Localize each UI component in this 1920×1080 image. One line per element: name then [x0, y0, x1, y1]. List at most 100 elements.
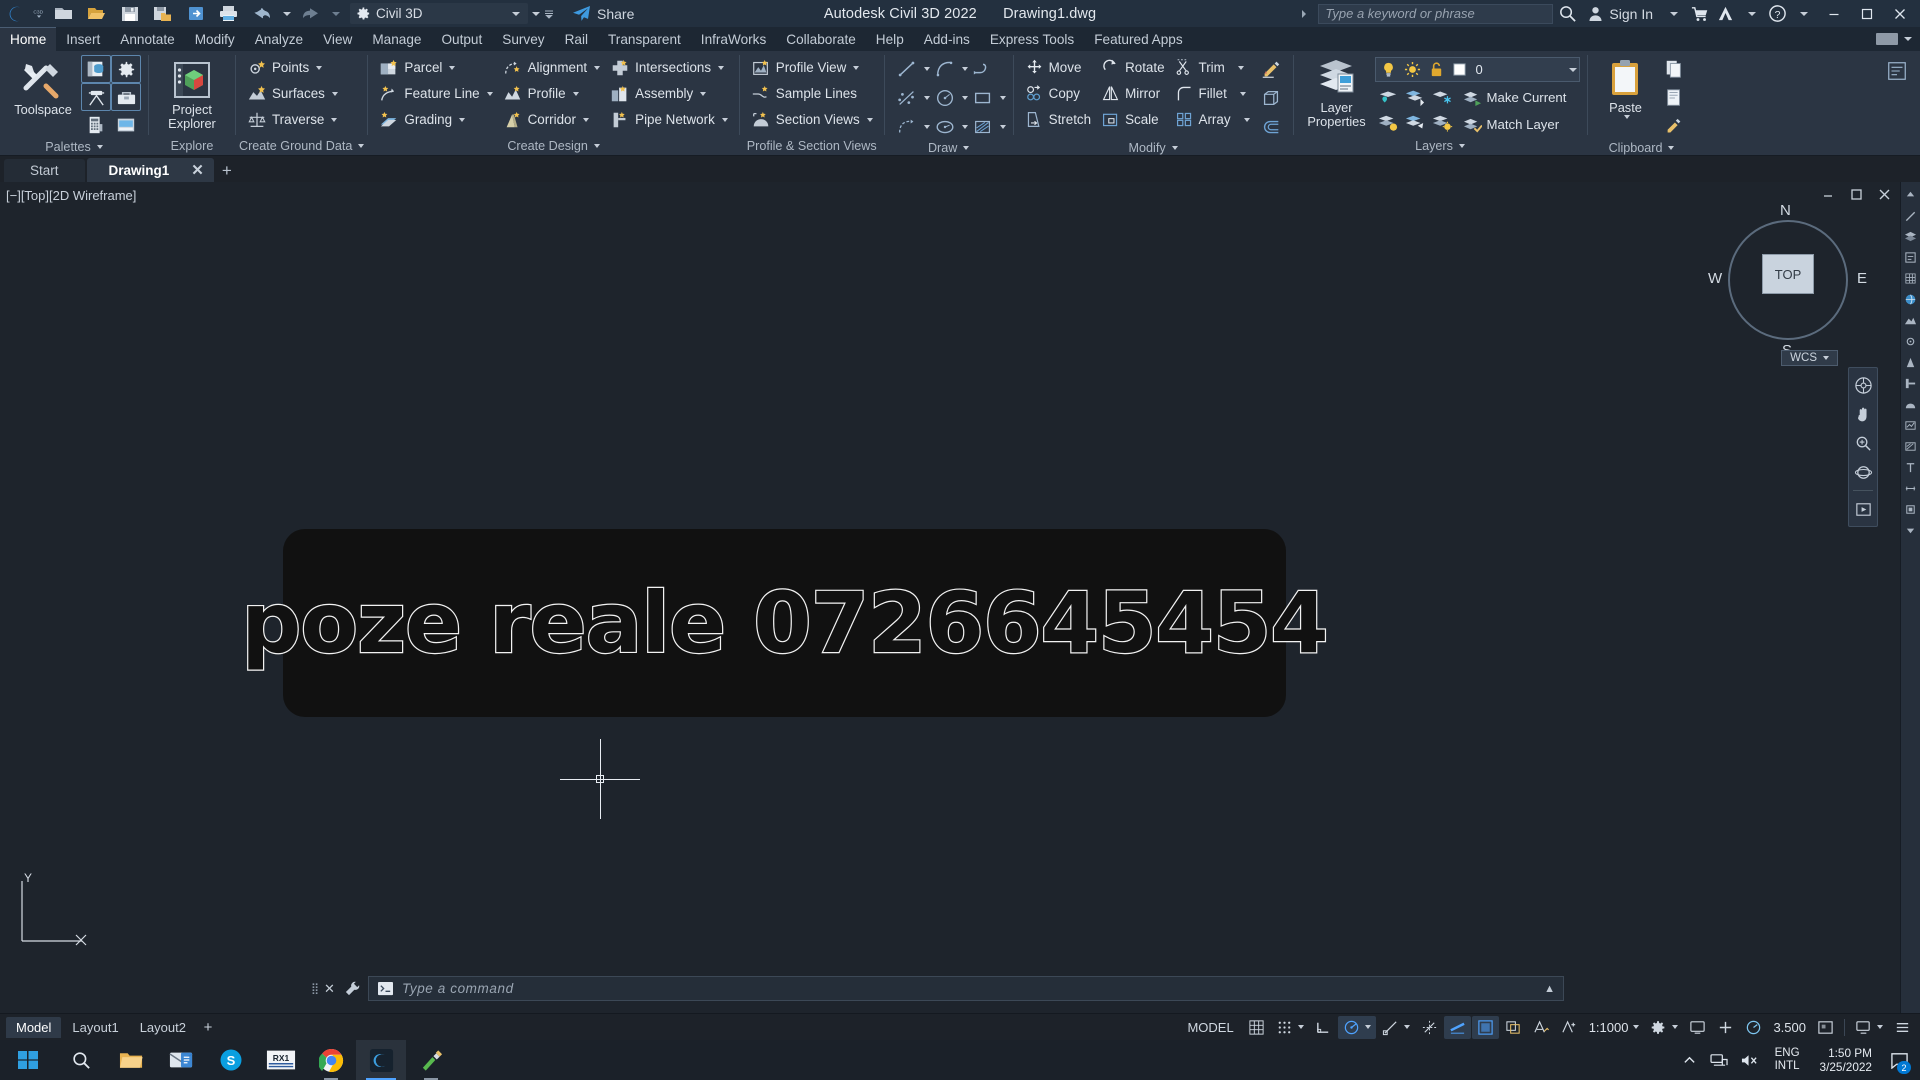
rail-block-icon[interactable]: [1902, 501, 1919, 518]
object-snap-tracking-toggle[interactable]: [1416, 1016, 1443, 1039]
ribbon-minimize-dropdown-icon[interactable]: [1904, 37, 1912, 41]
autodesk-account-icon[interactable]: [1713, 1, 1737, 26]
command-line-customize-icon[interactable]: [341, 979, 363, 999]
survey-icon[interactable]: [81, 83, 111, 111]
c3d-menu-dropdown[interactable]: C3D: [32, 1, 46, 26]
rail-pipe-icon[interactable]: [1902, 375, 1919, 392]
taskbar-skype-button[interactable]: S: [206, 1040, 256, 1080]
rail-dim-icon[interactable]: [1902, 480, 1919, 497]
scale-button[interactable]: Scale: [1097, 107, 1168, 132]
share-button[interactable]: Share: [572, 5, 634, 22]
customization-button[interactable]: [1889, 1016, 1916, 1039]
zoom-extents-icon[interactable]: [1850, 430, 1876, 456]
arc-icon[interactable]: [930, 55, 960, 83]
annotation-visibility-toggle[interactable]: [1528, 1016, 1555, 1039]
layer-list-dropdown-icon[interactable]: [1568, 67, 1577, 72]
volume-muted-icon[interactable]: [1737, 1040, 1763, 1080]
corridor-button[interactable]: Corridor: [499, 107, 605, 132]
language-indicator[interactable]: ENG INTL: [1767, 1047, 1808, 1073]
object-snap-dropdown-icon[interactable]: [1403, 1025, 1410, 1029]
rail-grid-icon[interactable]: [1902, 270, 1919, 287]
search-input[interactable]: Type a keyword or phrase: [1318, 3, 1554, 24]
new-layout-button[interactable]: +: [197, 1017, 219, 1038]
workspace-switcher[interactable]: Civil 3D: [350, 3, 528, 24]
tab-annotate[interactable]: Annotate: [110, 27, 184, 51]
transparency-toggle[interactable]: [1471, 1015, 1499, 1039]
taskbar-chrome-button[interactable]: [306, 1040, 356, 1080]
parcel-button[interactable]: Parcel: [375, 55, 496, 80]
project-explorer-button[interactable]: Project Explorer: [156, 55, 228, 130]
save-button[interactable]: [114, 1, 145, 26]
grid-display-toggle[interactable]: [1243, 1016, 1270, 1039]
help-icon[interactable]: ?: [1765, 1, 1789, 26]
ribbon-minimize-chip-icon[interactable]: [1876, 33, 1898, 45]
toolbox-icon[interactable]: [111, 83, 141, 111]
sample-lines-button[interactable]: Sample Lines: [747, 81, 877, 106]
clean-screen-button[interactable]: [1812, 1016, 1839, 1039]
document-tab-close-icon[interactable]: ✕: [191, 163, 204, 178]
line-dropdown-icon[interactable]: [923, 67, 930, 71]
tab-insert[interactable]: Insert: [56, 27, 110, 51]
ortho-mode-toggle[interactable]: [1310, 1016, 1337, 1039]
restore-window-button[interactable]: [1850, 0, 1883, 27]
section-views-button[interactable]: Section Views: [747, 107, 877, 132]
rail-scroll-up-icon[interactable]: [1902, 186, 1919, 203]
properties-icon[interactable]: [81, 55, 111, 83]
assembly-button[interactable]: Assembly: [606, 81, 732, 106]
panel-title-palettes[interactable]: Palettes: [3, 139, 145, 155]
settings-gear-icon[interactable]: [111, 55, 141, 83]
mirror-button[interactable]: Mirror: [1097, 81, 1168, 106]
graphics-performance-button[interactable]: [1740, 1016, 1767, 1039]
cut-clip-icon[interactable]: [1659, 84, 1689, 112]
paste-button[interactable]: Paste: [1595, 55, 1657, 119]
layer-on-icon[interactable]: [1375, 111, 1401, 135]
display-locking-dropdown-icon[interactable]: [1877, 1025, 1883, 1029]
layer-freeze-icon[interactable]: [1429, 85, 1455, 109]
taskbar-paint-button[interactable]: [406, 1040, 456, 1080]
tab-featured-apps[interactable]: Featured Apps: [1084, 27, 1192, 51]
fillet-button[interactable]: Fillet: [1171, 81, 1254, 106]
match-properties-icon[interactable]: [1659, 113, 1689, 141]
qat-customize-dropdown[interactable]: [528, 1, 542, 26]
selection-cycling-toggle[interactable]: [1500, 1016, 1527, 1039]
annotation-scale-control[interactable]: 1:1000: [1584, 1016, 1645, 1039]
new-document-tab-button[interactable]: +: [214, 159, 240, 182]
auto-scale-toggle[interactable]: [1556, 1016, 1583, 1039]
hatch-icon[interactable]: [968, 113, 998, 141]
isolate-objects-toggle[interactable]: [1712, 1016, 1739, 1039]
rail-hatch-icon[interactable]: [1902, 438, 1919, 455]
undo-button[interactable]: [246, 1, 277, 26]
polyline-icon[interactable]: [968, 55, 998, 83]
redo-dropdown[interactable]: [328, 1, 342, 26]
ucs-selector[interactable]: WCS: [1781, 350, 1838, 366]
rail-profile-icon[interactable]: [1902, 417, 1919, 434]
layer-isolate-icon[interactable]: [1402, 85, 1428, 109]
layout-tab-layout1[interactable]: Layout1: [62, 1017, 128, 1038]
rail-text-icon[interactable]: [1902, 459, 1919, 476]
taskbar-search-button[interactable]: [56, 1040, 106, 1080]
array-button[interactable]: Array: [1171, 107, 1254, 132]
document-tab-start[interactable]: Start: [4, 159, 85, 182]
copy-clip-icon[interactable]: [1659, 55, 1689, 83]
pan-hand-icon[interactable]: [1850, 401, 1876, 427]
command-line-close-icon[interactable]: ✕: [323, 980, 336, 998]
tab-view[interactable]: View: [313, 27, 362, 51]
tab-transparent[interactable]: Transparent: [598, 27, 691, 51]
make-current-button[interactable]: Make Current: [1458, 85, 1572, 110]
surfaces-button[interactable]: Surfaces: [243, 81, 342, 106]
model-paper-toggle[interactable]: MODEL: [1179, 1016, 1241, 1039]
tab-add-ins[interactable]: Add-ins: [914, 27, 980, 51]
rail-surface-icon[interactable]: [1902, 312, 1919, 329]
panel-title-clipboard[interactable]: Clipboard: [1591, 141, 1693, 155]
clock[interactable]: 1:50 PM 3/25/2022: [1812, 1046, 1880, 1074]
tab-help[interactable]: Help: [866, 27, 914, 51]
grading-button[interactable]: Grading: [375, 107, 496, 132]
match-layer-button[interactable]: Match Layer: [1458, 112, 1572, 137]
ellipse-dropdown-icon[interactable]: [961, 125, 968, 129]
hatch-dropdown-icon[interactable]: [999, 125, 1006, 129]
polar-tracking-toggle[interactable]: [1337, 1015, 1376, 1039]
compass-west-label[interactable]: W: [1708, 270, 1722, 287]
intersections-button[interactable]: Intersections: [606, 55, 732, 80]
network-icon[interactable]: [1707, 1040, 1733, 1080]
minimize-window-button[interactable]: [1817, 0, 1850, 27]
